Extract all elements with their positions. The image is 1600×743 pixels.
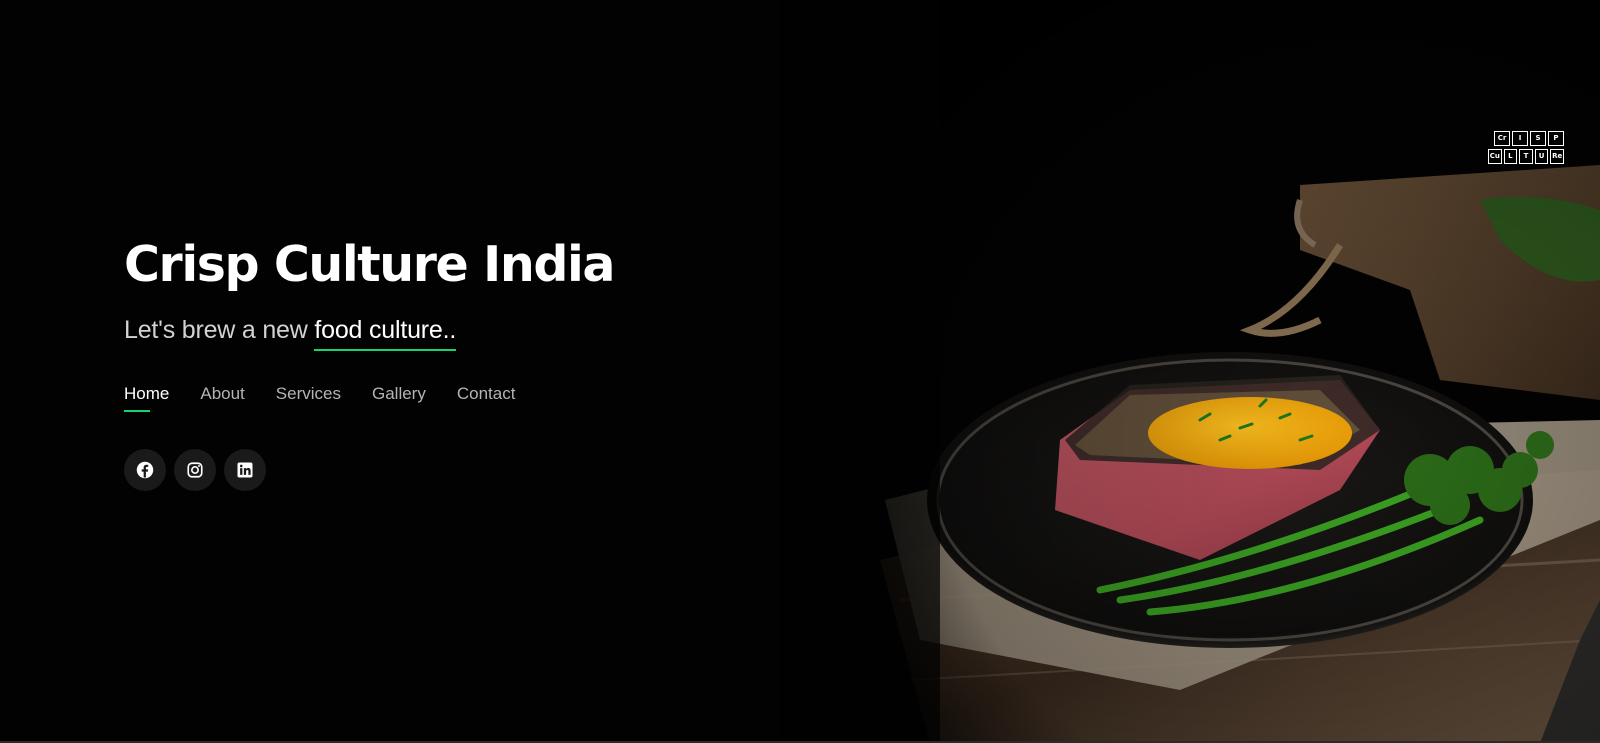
tagline-typed-text: food culture.. bbox=[314, 316, 456, 351]
nav-item-services[interactable]: Services bbox=[276, 384, 341, 412]
facebook-icon bbox=[136, 461, 154, 479]
logo-cell: S bbox=[1530, 131, 1546, 146]
nav-item-home[interactable]: Home bbox=[124, 384, 169, 412]
linkedin-link[interactable] bbox=[224, 449, 266, 491]
hero-section: Cr I S P Cu L T U Re Crisp Culture India… bbox=[0, 0, 1600, 743]
logo-cell: Cr bbox=[1494, 131, 1510, 146]
hero-tagline: Let's brew a new food culture.. bbox=[124, 316, 456, 351]
page-title: Crisp Culture India bbox=[124, 236, 615, 293]
instagram-icon bbox=[187, 462, 203, 478]
facebook-link[interactable] bbox=[124, 449, 166, 491]
logo-cell: T bbox=[1519, 149, 1533, 164]
hero-background-photo bbox=[780, 0, 1600, 743]
logo-cell: Re bbox=[1550, 149, 1564, 164]
tagline-prefix: Let's brew a new bbox=[124, 316, 315, 344]
nav-item-gallery[interactable]: Gallery bbox=[372, 384, 426, 412]
nav-item-contact[interactable]: Contact bbox=[457, 384, 516, 412]
logo-cell: P bbox=[1548, 131, 1564, 146]
logo-cell: U bbox=[1534, 149, 1549, 164]
logo-cell: L bbox=[1503, 149, 1518, 164]
social-links bbox=[124, 449, 266, 491]
nav-item-about[interactable]: About bbox=[200, 384, 244, 412]
linkedin-icon bbox=[237, 462, 253, 478]
logo-cell: Cu bbox=[1488, 149, 1502, 164]
crisp-culture-logo[interactable]: Cr I S P Cu L T U Re bbox=[1488, 131, 1564, 165]
main-navigation: Home About Services Gallery Contact bbox=[124, 384, 515, 412]
instagram-link[interactable] bbox=[174, 449, 216, 491]
logo-cell: I bbox=[1512, 131, 1528, 146]
